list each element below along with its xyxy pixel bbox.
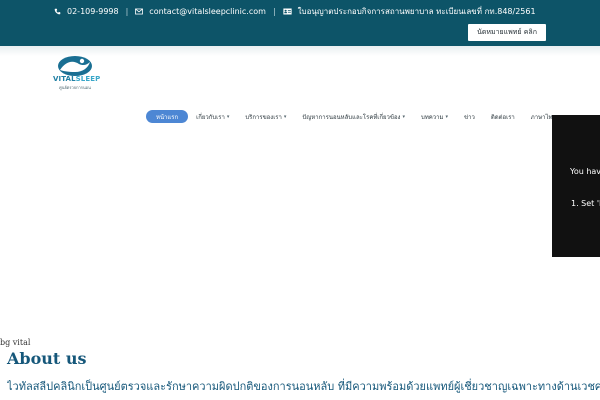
- chevron-down-icon: ▾: [445, 113, 449, 120]
- notice-line-1: You have: [570, 167, 600, 176]
- license-text: ใบอนุญาตประกอบกิจการสถานพยาบาล ทะเบียนเล…: [297, 6, 536, 16]
- logo-tagline: ศูนย์ตรวจการนอน: [59, 85, 91, 90]
- nav-item-4[interactable]: บทความ ▾: [413, 110, 456, 123]
- main-nav: หน้าแรก เกี่ยวกับเรา ▾ บริการของเรา ▾ ปัญหากา…: [146, 110, 568, 123]
- nav-item-5[interactable]: ข่าว: [456, 110, 483, 123]
- envelope-icon: [135, 8, 144, 15]
- logo-wordmark: VITALSLEEP: [53, 75, 100, 83]
- site-logo[interactable]: VITALSLEEP ศูนย์ตรวจการนอน: [53, 55, 100, 91]
- contact-info: 02-109-9998 | contact@vitalsleepclinic.c…: [54, 6, 536, 16]
- nav-item-0[interactable]: หน้าแรก: [146, 110, 189, 123]
- separator: |: [272, 6, 276, 16]
- logo-word-sleep: SLEEP: [75, 75, 101, 83]
- nav-item-label: ติดต่อเรา: [490, 113, 515, 121]
- about-heading: About us: [7, 349, 87, 368]
- logo-icon: [58, 56, 92, 76]
- nav-item-3[interactable]: ปัญหาการนอนหลับและโรคที่เกี่ยวข้อง ▾: [294, 110, 413, 123]
- nav-item-2[interactable]: บริการของเรา ▾: [237, 110, 294, 123]
- about-paragraph: ไวทัลสลีปคลินิกเป็นศูนย์ตรวจและรักษาความ…: [7, 380, 600, 393]
- separator: |: [125, 6, 129, 16]
- nav-item-label: ปัญหาการนอนหลับและโรคที่เกี่ยวข้อง: [302, 113, 401, 121]
- chevron-down-icon: ▾: [226, 113, 230, 120]
- phone-icon: [54, 8, 61, 15]
- phone-number[interactable]: 02-109-9998: [67, 7, 119, 16]
- chevron-down-icon: ▾: [283, 113, 287, 120]
- notice-overlay: You have 1. Set 'M: [552, 115, 600, 257]
- chevron-down-icon: ▾: [402, 113, 406, 120]
- nav-item-1[interactable]: เกี่ยวกับเรา ▾: [188, 110, 237, 123]
- nav-item-label: หน้าแรก: [156, 113, 179, 121]
- nav-item-label: บทความ: [421, 113, 444, 121]
- top-bar: 02-109-9998 | contact@vitalsleepclinic.c…: [0, 0, 600, 46]
- hero-image-alt: bg vital: [0, 338, 31, 347]
- nav-item-label: เกี่ยวกับเรา: [196, 113, 225, 121]
- id-card-icon: [283, 8, 292, 15]
- nav-item-label: บริการของเรา: [245, 113, 282, 121]
- email-link[interactable]: contact@vitalsleepclinic.com: [149, 7, 266, 16]
- logo-word-vital: VITAL: [53, 75, 76, 83]
- notice-line-2: 1. Set 'M: [571, 199, 600, 208]
- appointment-button[interactable]: นัดหมายแพทย์ คลิก: [468, 24, 546, 41]
- nav-item-6[interactable]: ติดต่อเรา: [483, 110, 523, 123]
- nav-item-label: ข่าว: [464, 113, 475, 121]
